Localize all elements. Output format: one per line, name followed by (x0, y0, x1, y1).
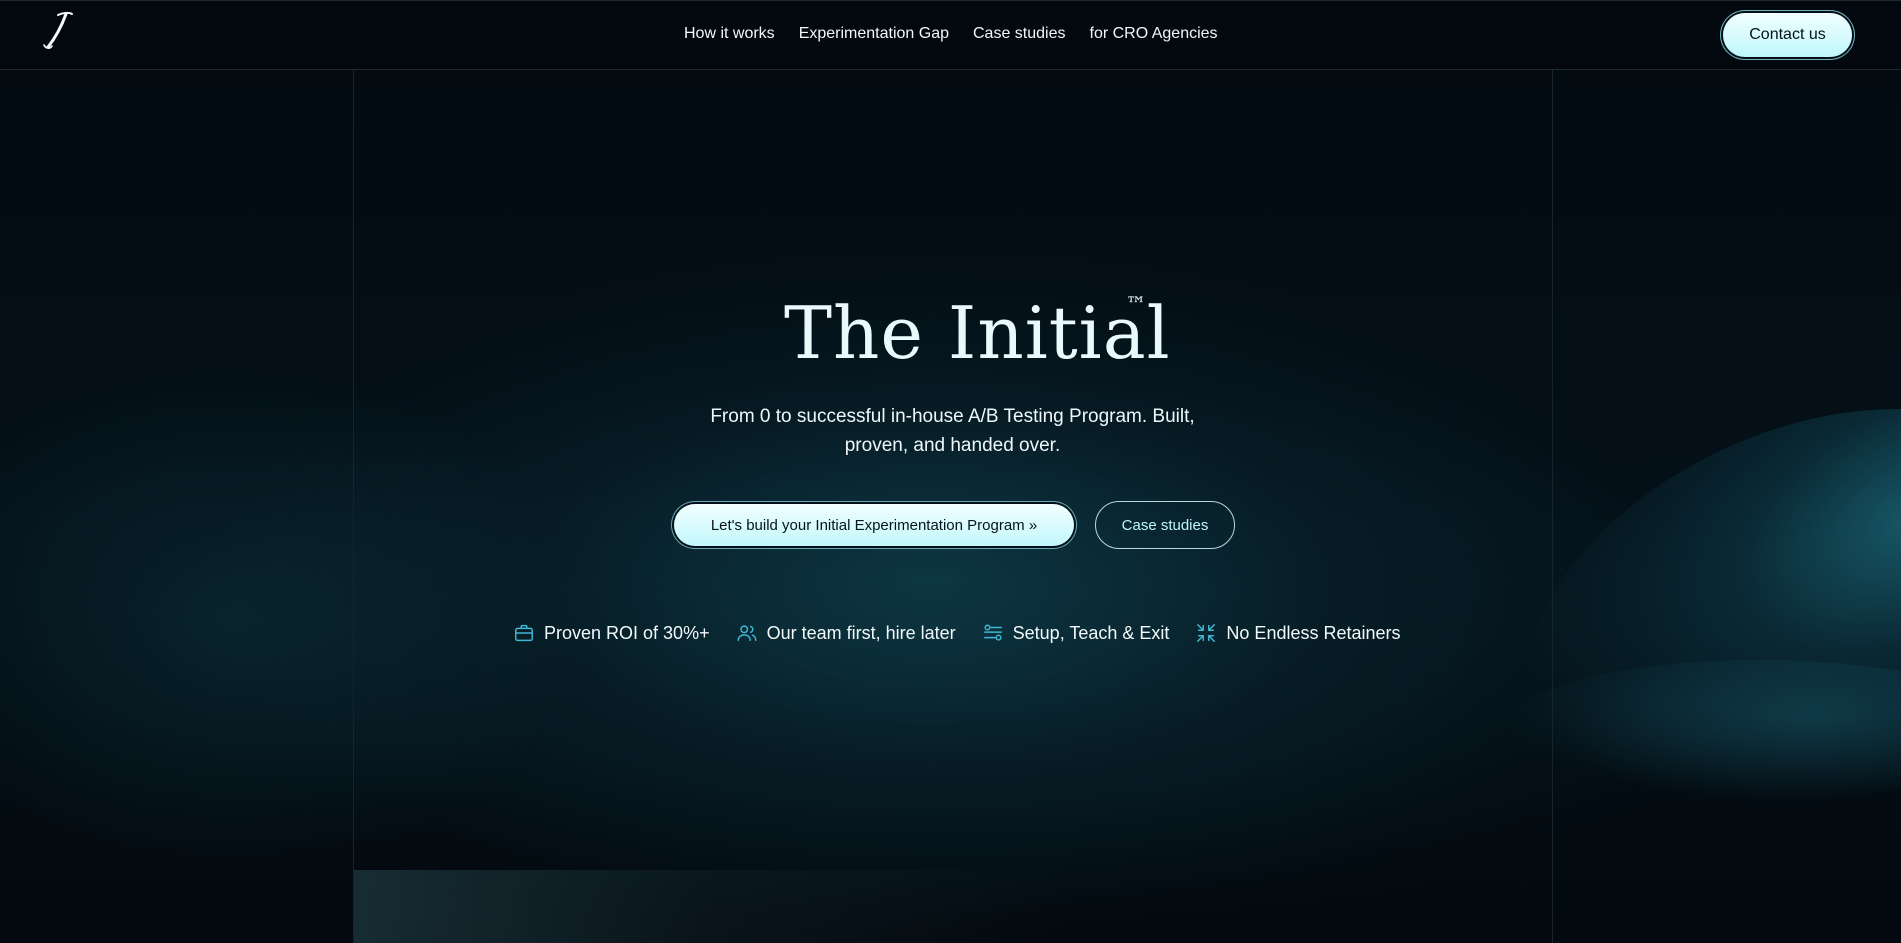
logo-link[interactable] (42, 11, 76, 51)
feature-label: Our team first, hire later (766, 622, 956, 643)
feature-item-team: Our team first, hire later (736, 622, 956, 644)
guide-line-right (1552, 70, 1553, 943)
toggles-icon (983, 624, 1002, 641)
nav-case-studies[interactable]: Case studies (973, 25, 1066, 43)
feature-item-roi: Proven ROI of 30%+ (513, 622, 710, 644)
hero-title-text: The Initial (784, 291, 1171, 375)
contact-us-button[interactable]: Contact us (1723, 13, 1852, 57)
hero-title: The Initial ™ (770, 288, 1170, 378)
page: How it works Experimentation Gap Case st… (0, 0, 1901, 943)
feature-item-retainers: No Endless Retainers (1195, 622, 1401, 644)
background-swoosh (1441, 318, 1901, 943)
case-studies-button[interactable]: Case studies (1095, 501, 1235, 549)
shrink-arrows-icon (1197, 624, 1216, 642)
users-icon (737, 625, 757, 642)
build-program-button[interactable]: Let's build your Initial Experimentation… (674, 504, 1074, 546)
site-header: How it works Experimentation Gap Case st… (0, 0, 1901, 70)
hero-subtitle: From 0 to successful in-house A/B Testin… (710, 406, 1195, 456)
briefcase-icon (515, 624, 533, 642)
guide-line-left (353, 70, 354, 943)
nav-how-it-works[interactable]: How it works (684, 25, 775, 43)
feature-list: Proven ROI of 30%+ Our team first, hire … (513, 622, 1401, 644)
background-glow-left (0, 360, 580, 880)
bottom-panel-preview (354, 870, 1552, 943)
nav-for-cro-agencies[interactable]: for CRO Agencies (1090, 25, 1218, 43)
feature-label: Setup, Teach & Exit (1012, 622, 1170, 643)
feature-label: Proven ROI of 30%+ (544, 622, 710, 643)
script-i-logo-icon (43, 11, 73, 49)
trademark-mark: ™ (1126, 292, 1146, 316)
feature-label: No Endless Retainers (1226, 622, 1401, 643)
feature-item-setup: Setup, Teach & Exit (982, 622, 1170, 644)
main-nav: How it works Experimentation Gap Case st… (684, 25, 1218, 43)
nav-experimentation-gap[interactable]: Experimentation Gap (799, 25, 949, 43)
background-swoosh-lower (1500, 660, 1901, 800)
